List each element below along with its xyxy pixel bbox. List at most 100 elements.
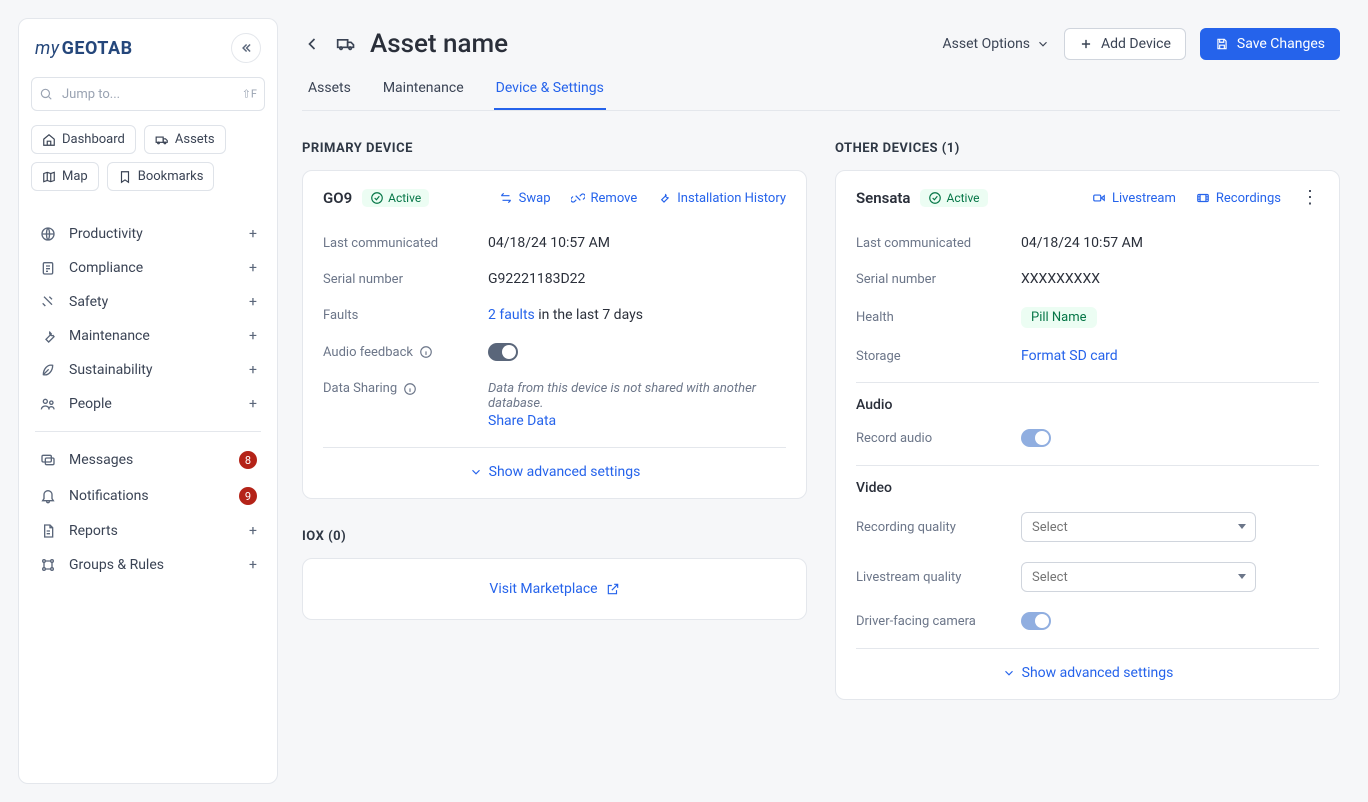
show-advanced-primary[interactable]: Show advanced settings [323, 454, 786, 482]
nav-maintenance[interactable]: Maintenance + [31, 319, 265, 353]
nav-divider [35, 431, 261, 432]
last-communicated-value: 04/18/24 10:57 AM [1021, 235, 1319, 251]
device-name: Sensata [856, 189, 910, 207]
livestream-quality-label: Livestream quality [856, 570, 1021, 585]
tabs: Assets Maintenance Device & Settings [302, 70, 1340, 111]
badge: 9 [239, 487, 257, 505]
status-chip: Active [920, 189, 987, 207]
search-shortcut: ⇧F [242, 88, 257, 101]
wrench-icon [39, 328, 57, 344]
visit-marketplace-button[interactable]: Visit Marketplace [302, 558, 807, 620]
search-input[interactable] [31, 77, 265, 111]
search-icon [39, 87, 53, 101]
sidebar: myGEOTAB ⇧F Dashboard Assets Map Bookmar… [18, 18, 278, 784]
pill-map[interactable]: Map [31, 162, 99, 191]
save-icon [1215, 37, 1229, 51]
audio-feedback-toggle[interactable] [488, 343, 518, 361]
faults-label: Faults [323, 308, 488, 323]
primary-device-column: PRIMARY DEVICE GO9 Active Swap [302, 141, 807, 700]
unlink-icon [571, 191, 585, 205]
format-sd-link[interactable]: Format SD card [1021, 348, 1118, 364]
nav-label: Reports [69, 523, 237, 539]
add-device-button[interactable]: Add Device [1064, 28, 1186, 60]
logo: myGEOTAB [35, 38, 133, 59]
bell-icon [39, 488, 57, 504]
install-history-action[interactable]: Installation History [657, 191, 786, 206]
recording-quality-select[interactable] [1021, 512, 1256, 542]
chevron-down-icon [469, 465, 483, 479]
check-circle-icon [370, 191, 384, 205]
driver-camera-toggle[interactable] [1021, 612, 1051, 630]
nav-people[interactable]: People + [31, 387, 265, 421]
truck-icon [155, 133, 169, 147]
last-communicated-label: Last communicated [856, 236, 1021, 251]
marketplace-label: Visit Marketplace [489, 581, 597, 597]
search-field-wrap: ⇧F [31, 77, 265, 111]
swap-icon [499, 191, 513, 205]
nav-messages[interactable]: Messages 8 [31, 442, 265, 478]
button-label: Save Changes [1237, 36, 1325, 52]
card-divider [856, 465, 1319, 466]
data-sharing-note: Data from this device is not shared with… [488, 381, 786, 411]
iox-heading: IOX (0) [302, 529, 807, 544]
save-changes-button[interactable]: Save Changes [1200, 28, 1340, 60]
nav-groups-rules[interactable]: Groups & Rules + [31, 548, 265, 582]
asset-options-label: Asset Options [943, 36, 1030, 52]
faults-link[interactable]: 2 faults [488, 307, 535, 323]
sidebar-collapse-button[interactable] [231, 33, 261, 63]
tab-device-settings[interactable]: Device & Settings [494, 70, 606, 110]
nav-label: Maintenance [69, 328, 237, 344]
film-icon [1196, 191, 1210, 205]
other-device-card: Sensata Active Livestream [835, 170, 1340, 700]
record-audio-toggle[interactable] [1021, 429, 1051, 447]
serial-label: Serial number [323, 272, 488, 287]
nav-reports[interactable]: Reports + [31, 514, 265, 548]
nav-label: Safety [69, 294, 237, 310]
show-advanced-other[interactable]: Show advanced settings [856, 655, 1319, 683]
tab-assets[interactable]: Assets [306, 70, 353, 110]
asset-options-dropdown[interactable]: Asset Options [943, 36, 1050, 52]
card-divider [856, 382, 1319, 383]
chevron-down-icon [1036, 37, 1050, 51]
check-circle-icon [928, 191, 942, 205]
nav-notifications[interactable]: Notifications 9 [31, 478, 265, 514]
nav-label: People [69, 396, 237, 412]
other-devices-heading: OTHER DEVICES (1) [835, 141, 1340, 156]
nav-productivity[interactable]: Productivity + [31, 217, 265, 251]
serial-label: Serial number [856, 272, 1021, 287]
share-data-link[interactable]: Share Data [488, 413, 786, 429]
truck-icon [336, 34, 356, 54]
pill-label: Dashboard [62, 132, 125, 147]
pill-label: Assets [175, 132, 215, 147]
swap-action[interactable]: Swap [499, 191, 551, 206]
serial-value: G92221183D22 [488, 271, 786, 287]
plus-icon: + [249, 362, 257, 378]
back-button[interactable] [302, 34, 322, 54]
nav-safety[interactable]: Safety + [31, 285, 265, 319]
plus-icon: + [249, 557, 257, 573]
clipboard-icon [39, 260, 57, 276]
pill-label: Bookmarks [138, 169, 204, 184]
data-sharing-label: Data Sharing [323, 381, 488, 396]
nav-compliance[interactable]: Compliance + [31, 251, 265, 285]
device-name: GO9 [323, 189, 352, 207]
storage-label: Storage [856, 349, 1021, 364]
livestream-quality-select[interactable] [1021, 562, 1256, 592]
last-communicated-label: Last communicated [323, 236, 488, 251]
pill-assets[interactable]: Assets [144, 125, 226, 154]
tab-maintenance[interactable]: Maintenance [381, 70, 466, 110]
nav-label: Notifications [69, 488, 227, 504]
remove-action[interactable]: Remove [571, 191, 638, 206]
nav-sustainability[interactable]: Sustainability + [31, 353, 265, 387]
record-audio-label: Record audio [856, 431, 1021, 446]
pill-bookmarks[interactable]: Bookmarks [107, 162, 215, 191]
livestream-action[interactable]: Livestream [1092, 191, 1176, 206]
nav-label: Groups & Rules [69, 557, 237, 573]
health-pill: Pill Name [1021, 307, 1097, 328]
pill-dashboard[interactable]: Dashboard [31, 125, 136, 154]
driver-camera-label: Driver-facing camera [856, 614, 1021, 629]
status-chip: Active [362, 189, 429, 207]
nav-label: Messages [69, 452, 227, 468]
recordings-action[interactable]: Recordings [1196, 191, 1281, 206]
kebab-menu[interactable]: ⋮ [1301, 189, 1319, 207]
